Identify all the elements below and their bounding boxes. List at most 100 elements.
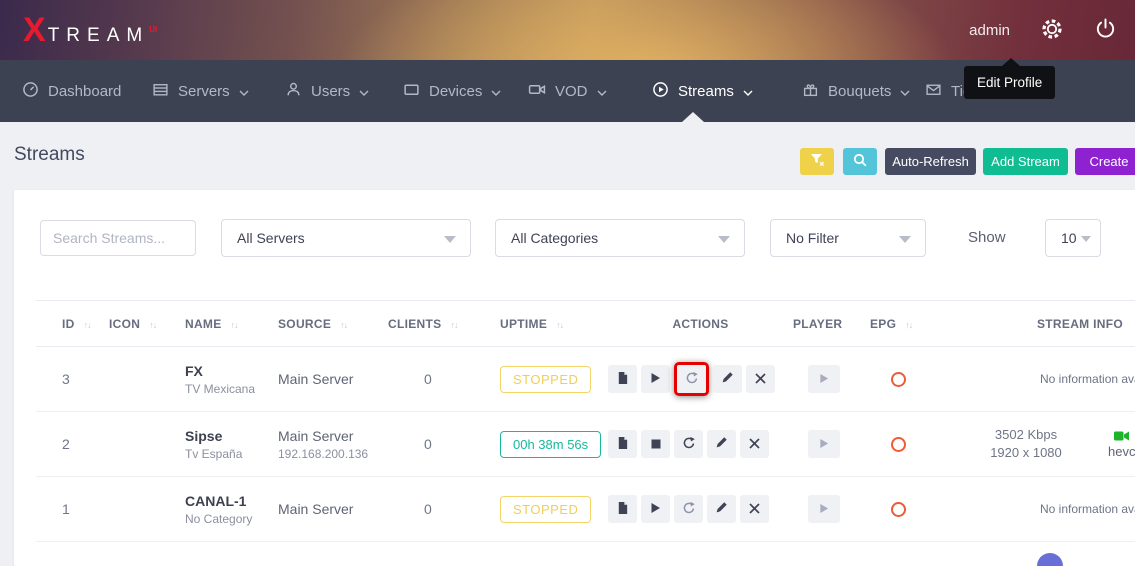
username[interactable]: admin xyxy=(969,22,1010,39)
gear-icon xyxy=(1040,17,1064,44)
chevron-down-icon xyxy=(491,83,501,100)
start-stream-button[interactable] xyxy=(641,365,670,393)
copy-stream-button[interactable] xyxy=(608,495,637,523)
stream-info-text: No information avail xyxy=(970,372,1135,386)
restart-stream-button[interactable] xyxy=(674,495,703,523)
highlight-box xyxy=(674,362,709,396)
nav-item-devices[interactable]: Devices xyxy=(403,60,501,122)
user-icon xyxy=(285,81,302,102)
header-name[interactable]: NAME↑↓ xyxy=(185,301,278,347)
header-source[interactable]: SOURCE↑↓ xyxy=(278,301,388,347)
nav-item-bouquets[interactable]: Bouquets xyxy=(802,60,910,122)
create-button[interactable]: Create xyxy=(1075,148,1135,175)
start-stream-button[interactable] xyxy=(641,495,670,523)
table-header-row: ID↑↓ ICON↑↓ NAME↑↓ SOURCE↑↓ CLIENTS↑↓ UP… xyxy=(36,301,1135,347)
add-stream-button[interactable]: Add Stream xyxy=(983,148,1068,175)
play-circle-icon xyxy=(652,81,669,102)
logout-button[interactable] xyxy=(1094,17,1117,43)
nav-label: VOD xyxy=(555,83,588,100)
copy-stream-button[interactable] xyxy=(608,365,637,393)
close-icon xyxy=(755,372,766,387)
delete-stream-button[interactable] xyxy=(746,365,775,393)
stop-stream-button[interactable] xyxy=(641,430,670,458)
cell-clients: 0 xyxy=(388,477,500,542)
header-player: PLAYER xyxy=(793,301,870,347)
stream-category: TV Mexicana xyxy=(185,382,278,396)
stream-name: CANAL-1 xyxy=(185,493,278,509)
chevron-down-icon xyxy=(900,83,910,100)
server-select-value: All Servers xyxy=(237,230,305,246)
filter-select-value: No Filter xyxy=(786,230,839,246)
copy-stream-button[interactable] xyxy=(608,430,637,458)
stream-info-text: No information avail xyxy=(970,502,1135,516)
refresh-icon xyxy=(682,436,696,453)
video-codec: hevc xyxy=(1108,430,1135,459)
play-stream-button[interactable] xyxy=(808,495,840,523)
refresh-icon xyxy=(682,501,696,518)
search-button[interactable] xyxy=(843,148,877,175)
epg-status-circle[interactable] xyxy=(891,502,906,517)
nav-item-servers[interactable]: Servers xyxy=(152,60,249,122)
page-title: Streams xyxy=(14,144,85,166)
server-select[interactable]: All Servers xyxy=(221,219,471,257)
search-streams-input[interactable] xyxy=(40,220,196,256)
source-ip: 192.168.200.136 xyxy=(278,447,388,461)
video-codec-icon xyxy=(1108,430,1135,442)
status-badge: STOPPED xyxy=(500,496,591,523)
restart-stream-button[interactable] xyxy=(677,365,706,393)
stop-icon xyxy=(651,437,661,452)
select-caret-icon xyxy=(1081,236,1091,242)
auto-refresh-button[interactable]: Auto-Refresh xyxy=(885,148,976,175)
cell-epg xyxy=(870,412,970,477)
edit-stream-button[interactable] xyxy=(707,495,736,523)
cell-actions xyxy=(608,477,793,542)
play-stream-button[interactable] xyxy=(808,430,840,458)
sort-icon: ↑↓ xyxy=(556,320,563,330)
copy-icon xyxy=(616,371,629,388)
epg-status-circle[interactable] xyxy=(891,372,906,387)
nav-label: Servers xyxy=(178,83,230,100)
pencil-icon xyxy=(721,371,734,387)
header-clients[interactable]: CLIENTS↑↓ xyxy=(388,301,500,347)
category-select[interactable]: All Categories xyxy=(495,219,745,257)
edit-stream-button[interactable] xyxy=(707,430,736,458)
header-epg[interactable]: EPG↑↓ xyxy=(870,301,970,347)
close-icon xyxy=(749,502,760,517)
filter-select[interactable]: No Filter xyxy=(770,219,926,257)
header-icon[interactable]: ICON↑↓ xyxy=(109,301,185,347)
restart-stream-button[interactable] xyxy=(674,430,703,458)
stream-category: Tv España xyxy=(185,447,278,461)
cell-name: Sipse Tv España xyxy=(185,412,278,477)
header-uptime[interactable]: UPTIME↑↓ xyxy=(500,301,608,347)
search-icon xyxy=(853,153,867,170)
device-icon xyxy=(403,81,420,102)
cell-uptime: 00h 38m 56s xyxy=(500,412,608,477)
chevron-down-icon xyxy=(597,83,607,100)
cell-stream-info: No information avail xyxy=(970,477,1135,542)
table-row: 2 Sipse Tv España Main Server 192.168.20… xyxy=(36,412,1135,477)
epg-status-circle[interactable] xyxy=(891,437,906,452)
play-stream-button[interactable] xyxy=(808,365,840,393)
clear-filter-button[interactable] xyxy=(800,148,834,175)
nav-label: Dashboard xyxy=(48,83,121,100)
filter-icon xyxy=(810,153,825,170)
nav-item-users[interactable]: Users xyxy=(285,60,369,122)
delete-stream-button[interactable] xyxy=(740,495,769,523)
delete-stream-button[interactable] xyxy=(740,430,769,458)
logo-ui-sup: UI xyxy=(149,25,157,34)
copy-icon xyxy=(616,501,629,518)
edit-stream-button[interactable] xyxy=(713,365,742,393)
logo-text: TREAM xyxy=(48,25,150,47)
select-caret-icon xyxy=(718,236,730,243)
settings-button[interactable] xyxy=(1040,17,1064,44)
play-icon xyxy=(650,502,661,517)
nav-item-dashboard[interactable]: Dashboard xyxy=(22,60,121,122)
nav-item-vod[interactable]: VOD xyxy=(528,60,607,122)
header-stream-info: STREAM INFO xyxy=(970,301,1135,347)
header-id[interactable]: ID↑↓ xyxy=(36,301,109,347)
table-row: 1 CANAL-1 No Category Main Server 0 STOP… xyxy=(36,477,1135,542)
page-size-select[interactable]: 10 xyxy=(1045,219,1101,257)
cell-source: Main Server xyxy=(278,477,388,542)
sort-icon: ↑↓ xyxy=(84,320,91,330)
nav-label: Devices xyxy=(429,83,482,100)
